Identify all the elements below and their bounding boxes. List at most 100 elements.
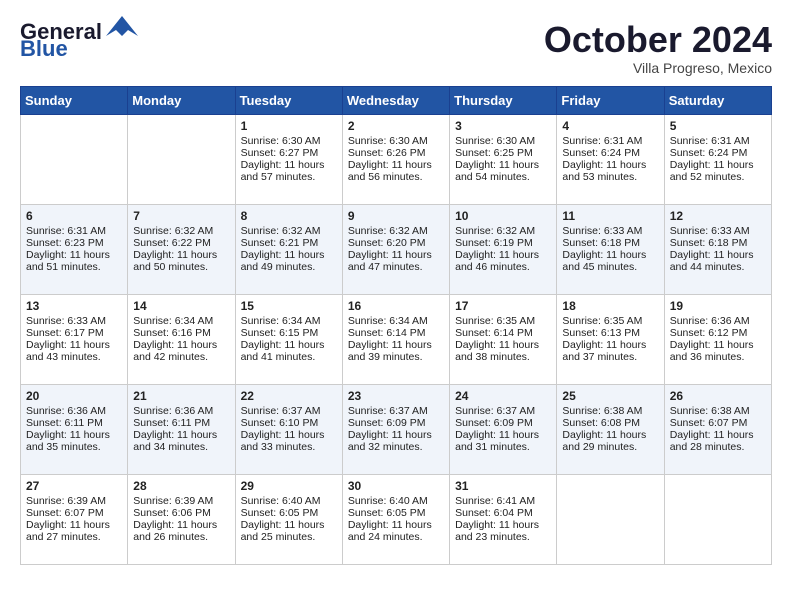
day-info: Daylight: 11 hours and 41 minutes. (241, 339, 337, 363)
day-info: Sunrise: 6:30 AM (455, 135, 551, 147)
day-info: Daylight: 11 hours and 32 minutes. (348, 429, 444, 453)
day-number: 7 (133, 209, 229, 223)
day-info: Daylight: 11 hours and 27 minutes. (26, 519, 122, 543)
day-info: Sunrise: 6:38 AM (562, 405, 658, 417)
day-info: Sunrise: 6:31 AM (562, 135, 658, 147)
calendar-cell: 20Sunrise: 6:36 AMSunset: 6:11 PMDayligh… (21, 384, 128, 474)
logo-blue: Blue (20, 38, 68, 60)
day-info: Sunrise: 6:32 AM (455, 225, 551, 237)
day-info: Sunset: 6:09 PM (348, 417, 444, 429)
weekday-header: Thursday (450, 86, 557, 114)
day-info: Sunrise: 6:32 AM (241, 225, 337, 237)
day-info: Sunset: 6:25 PM (455, 147, 551, 159)
day-info: Daylight: 11 hours and 49 minutes. (241, 249, 337, 273)
day-info: Sunrise: 6:36 AM (133, 405, 229, 417)
month-title: October 2024 (544, 20, 772, 60)
calendar-cell: 29Sunrise: 6:40 AMSunset: 6:05 PMDayligh… (235, 474, 342, 564)
day-info: Sunset: 6:20 PM (348, 237, 444, 249)
day-number: 11 (562, 209, 658, 223)
day-number: 31 (455, 479, 551, 493)
location: Villa Progreso, Mexico (544, 60, 772, 76)
day-info: Sunset: 6:14 PM (348, 327, 444, 339)
day-info: Sunset: 6:23 PM (26, 237, 122, 249)
calendar-cell (128, 114, 235, 204)
day-info: Sunrise: 6:32 AM (348, 225, 444, 237)
day-info: Sunset: 6:18 PM (562, 237, 658, 249)
calendar-cell (557, 474, 664, 564)
day-info: Sunrise: 6:40 AM (241, 495, 337, 507)
day-info: Sunrise: 6:41 AM (455, 495, 551, 507)
day-number: 23 (348, 389, 444, 403)
day-info: Sunset: 6:12 PM (670, 327, 766, 339)
day-info: Sunset: 6:19 PM (455, 237, 551, 249)
weekday-header: Saturday (664, 86, 771, 114)
day-number: 25 (562, 389, 658, 403)
day-number: 27 (26, 479, 122, 493)
day-info: Daylight: 11 hours and 53 minutes. (562, 159, 658, 183)
calendar-cell: 23 Sunrise: 6:37 AMSunset: 6:09 PMDayligh… (342, 384, 449, 474)
day-info: Sunrise: 6:33 AM (670, 225, 766, 237)
day-info: Daylight: 11 hours and 52 minutes. (670, 159, 766, 183)
calendar-cell: 18Sunrise: 6:35 AMSunset: 6:13 PMDayligh… (557, 294, 664, 384)
day-info: Sunrise: 6:40 AM (348, 495, 444, 507)
day-info: Daylight: 11 hours and 47 minutes. (348, 249, 444, 273)
day-info: Daylight: 11 hours and 39 minutes. (348, 339, 444, 363)
weekday-header-row: SundayMondayTuesdayWednesdayThursdayFrid… (21, 86, 772, 114)
calendar-week-row: 20Sunrise: 6:36 AMSunset: 6:11 PMDayligh… (21, 384, 772, 474)
day-number: 9 (348, 209, 444, 223)
day-info: Daylight: 11 hours and 44 minutes. (670, 249, 766, 273)
day-number: 13 (26, 299, 122, 313)
day-info: Daylight: 11 hours and 36 minutes. (670, 339, 766, 363)
day-info: Sunrise: 6:36 AM (670, 315, 766, 327)
day-info: Sunrise: 6:38 AM (670, 405, 766, 417)
day-info: Daylight: 11 hours and 54 minutes. (455, 159, 551, 183)
day-info: Sunrise: 6:37 AM (348, 405, 444, 417)
day-info: Sunrise: 6:32 AM (133, 225, 229, 237)
day-info: Daylight: 11 hours and 46 minutes. (455, 249, 551, 273)
calendar-cell: 26Sunrise: 6:38 AMSunset: 6:07 PMDayligh… (664, 384, 771, 474)
day-info: Daylight: 11 hours and 28 minutes. (670, 429, 766, 453)
weekday-header: Monday (128, 86, 235, 114)
day-info: Sunset: 6:05 PM (241, 507, 337, 519)
day-info: Daylight: 11 hours and 37 minutes. (562, 339, 658, 363)
day-info: Sunset: 6:09 PM (455, 417, 551, 429)
day-info: Sunrise: 6:34 AM (133, 315, 229, 327)
day-info: Sunrise: 6:39 AM (26, 495, 122, 507)
day-info: Sunset: 6:06 PM (133, 507, 229, 519)
day-number: 3 (455, 119, 551, 133)
calendar-cell: 15Sunrise: 6:34 AMSunset: 6:15 PMDayligh… (235, 294, 342, 384)
day-info: Daylight: 11 hours and 33 minutes. (241, 429, 337, 453)
day-info: Daylight: 11 hours and 34 minutes. (133, 429, 229, 453)
day-number: 2 (348, 119, 444, 133)
calendar-cell (21, 114, 128, 204)
calendar-table: SundayMondayTuesdayWednesdayThursdayFrid… (20, 86, 772, 565)
calendar-cell: 7Sunrise: 6:32 AMSunset: 6:22 PMDaylight… (128, 204, 235, 294)
day-info: Sunrise: 6:31 AM (26, 225, 122, 237)
day-number: 1 (241, 119, 337, 133)
day-number: 21 (133, 389, 229, 403)
weekday-header: Tuesday (235, 86, 342, 114)
day-info: Sunset: 6:10 PM (241, 417, 337, 429)
day-number: 10 (455, 209, 551, 223)
day-info: Sunrise: 6:35 AM (455, 315, 551, 327)
day-info: Sunrise: 6:33 AM (26, 315, 122, 327)
day-number: 12 (670, 209, 766, 223)
calendar-cell: 8Sunrise: 6:32 AMSunset: 6:21 PMDaylight… (235, 204, 342, 294)
day-number: 17 (455, 299, 551, 313)
day-info: Daylight: 11 hours and 24 minutes. (348, 519, 444, 543)
weekday-header: Friday (557, 86, 664, 114)
day-info: Sunrise: 6:34 AM (241, 315, 337, 327)
day-number: 24 (455, 389, 551, 403)
day-info: Sunset: 6:22 PM (133, 237, 229, 249)
day-number: 22 (241, 389, 337, 403)
day-info: Sunset: 6:21 PM (241, 237, 337, 249)
calendar-week-row: 27Sunrise: 6:39 AMSunset: 6:07 PMDayligh… (21, 474, 772, 564)
day-number: 14 (133, 299, 229, 313)
day-info: Daylight: 11 hours and 42 minutes. (133, 339, 229, 363)
calendar-cell: 19Sunrise: 6:36 AMSunset: 6:12 PMDayligh… (664, 294, 771, 384)
day-number: 16 (348, 299, 444, 313)
day-info: Daylight: 11 hours and 26 minutes. (133, 519, 229, 543)
day-number: 15 (241, 299, 337, 313)
calendar-cell: 5Sunrise: 6:31 AMSunset: 6:24 PMDaylight… (664, 114, 771, 204)
day-info: Daylight: 11 hours and 43 minutes. (26, 339, 122, 363)
